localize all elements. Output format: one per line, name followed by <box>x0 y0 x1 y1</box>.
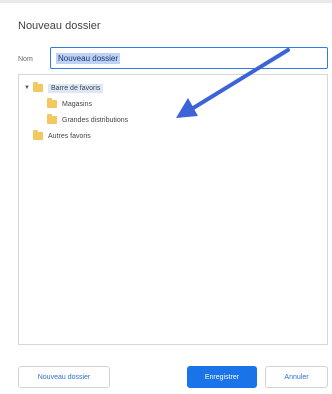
dialog-title: Nouveau dossier <box>18 20 101 32</box>
save-button[interactable]: Enregistrer <box>187 366 257 388</box>
tree-item-label: Grandes distributions <box>62 116 129 124</box>
folder-icon <box>33 82 43 92</box>
name-label: Nom <box>18 56 33 63</box>
folder-icon <box>33 130 43 140</box>
expand-arrow-icon[interactable]: ▼ <box>23 85 31 91</box>
new-folder-button[interactable]: Nouveau dossier <box>18 366 110 388</box>
top-divider <box>0 0 332 3</box>
folder-icon <box>47 114 57 124</box>
tree-item-autres-favoris[interactable]: Autres favoris <box>33 129 91 143</box>
bookmark-folder-dialog: Nouveau dossier Nom Nouveau dossier ▼ Ba… <box>0 0 332 394</box>
tree-item-grandes-distributions[interactable]: Grandes distributions <box>47 113 128 127</box>
folder-tree[interactable]: ▼ Barre de favoris Magasins Grandes dist… <box>18 74 328 345</box>
folder-name-value: Nouveau dossier <box>56 53 121 64</box>
tree-item-label: Barre de favoris <box>48 83 104 93</box>
tree-item-magasins[interactable]: Magasins <box>47 97 92 111</box>
tree-item-label: Magasins <box>62 100 92 108</box>
folder-icon <box>47 98 57 108</box>
tree-item-label: Autres favoris <box>48 132 91 140</box>
folder-name-input[interactable]: Nouveau dossier <box>50 47 328 69</box>
tree-item-barre-de-favoris[interactable]: ▼ Barre de favoris <box>23 81 104 95</box>
cancel-button[interactable]: Annuler <box>265 366 328 388</box>
